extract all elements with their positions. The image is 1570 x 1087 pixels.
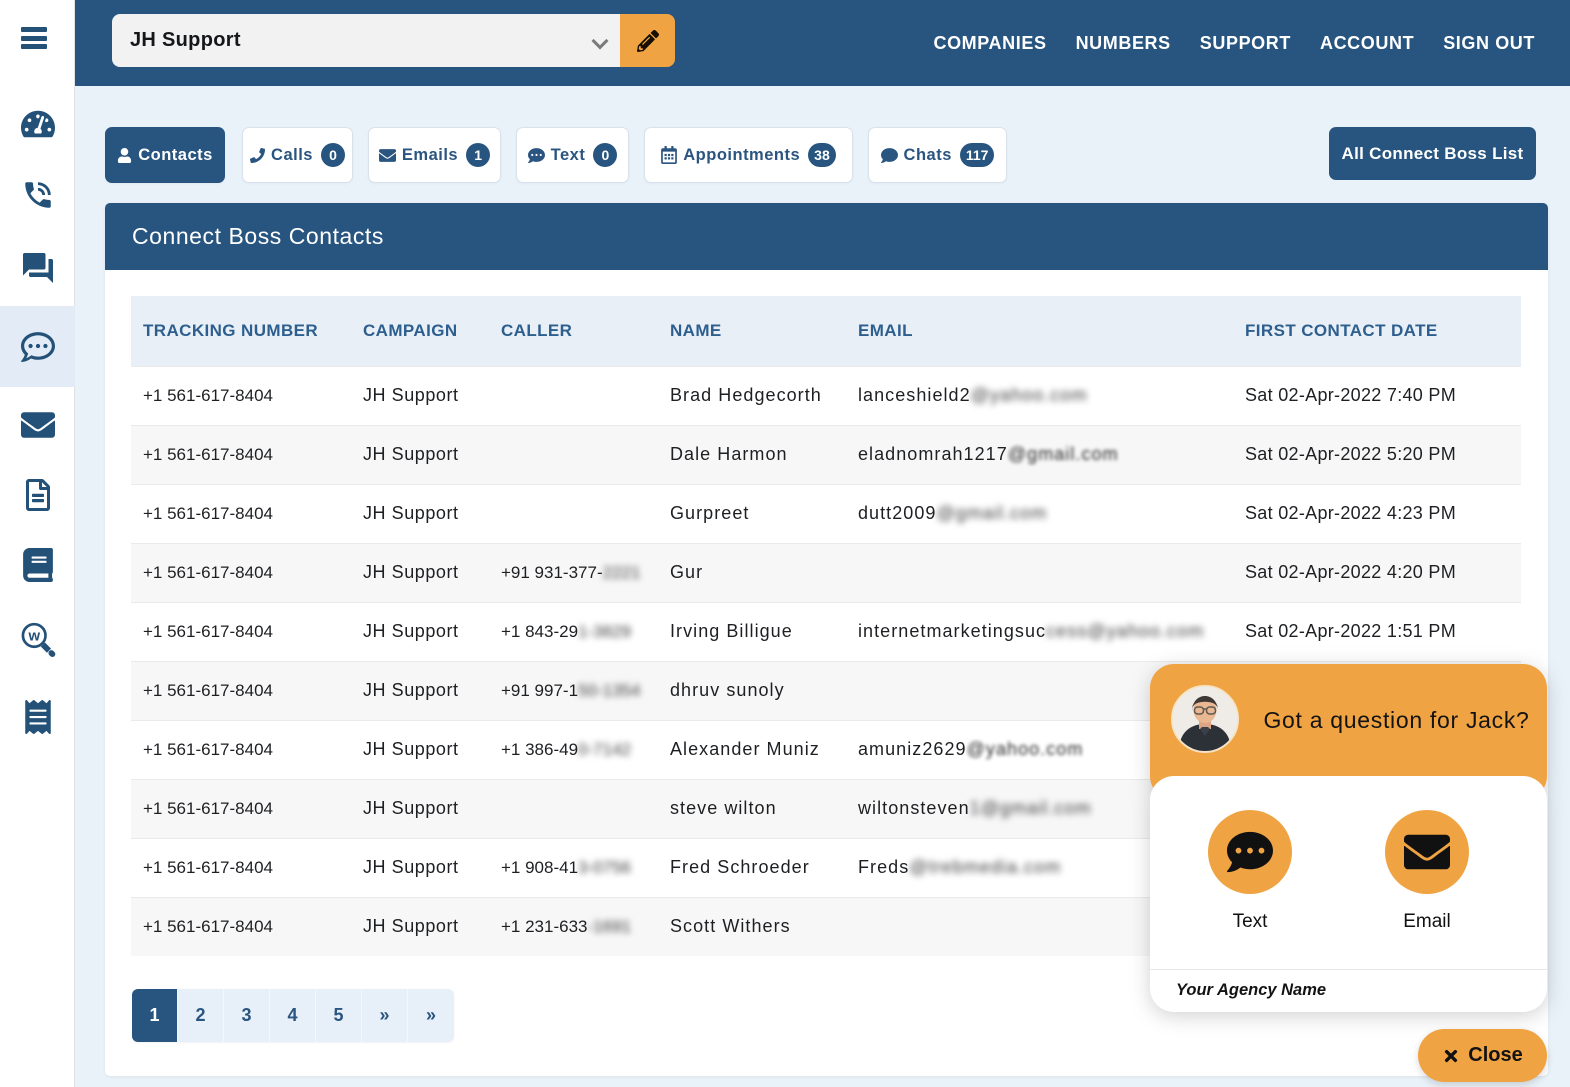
svg-text:w: w xyxy=(27,629,40,645)
